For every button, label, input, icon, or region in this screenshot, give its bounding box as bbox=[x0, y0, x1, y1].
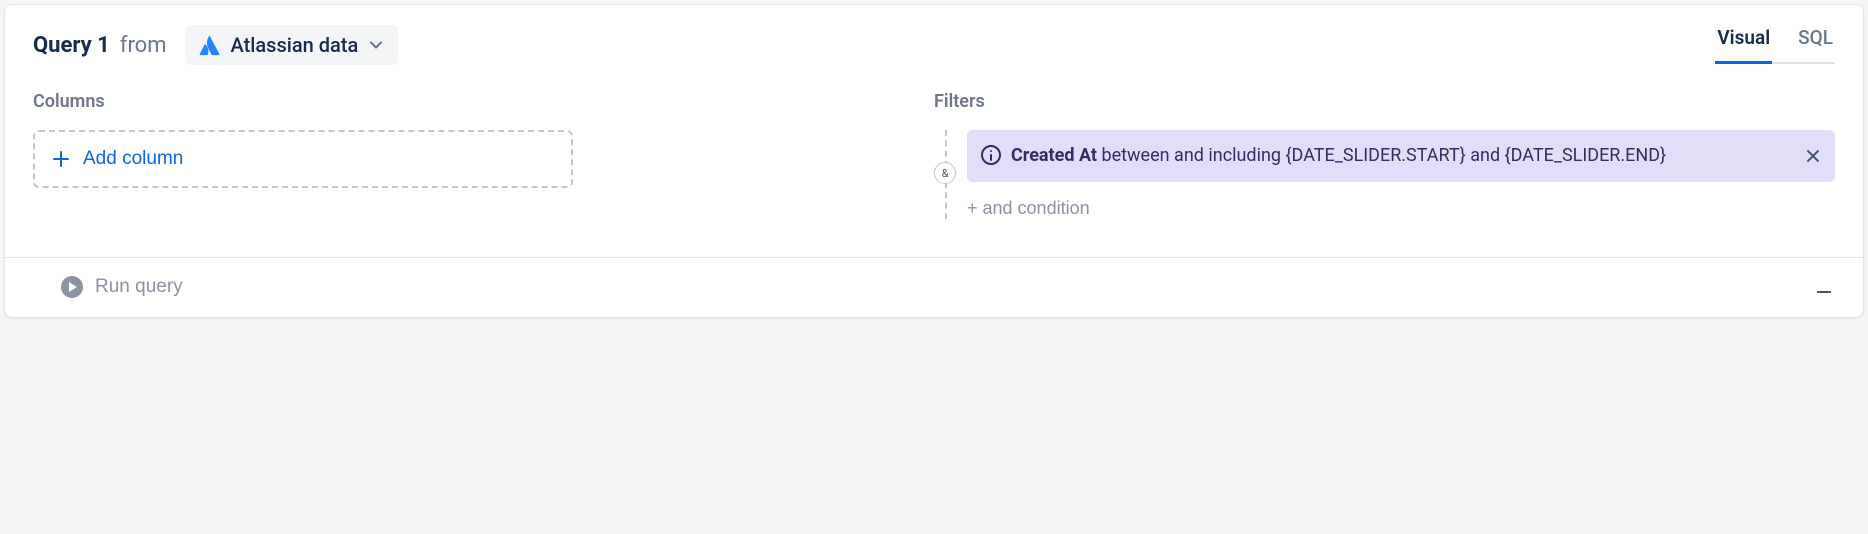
filters-heading: Filters bbox=[934, 91, 1835, 112]
atlassian-icon bbox=[199, 34, 221, 56]
add-condition-button[interactable]: + and condition bbox=[967, 198, 1090, 219]
tab-sql[interactable]: SQL bbox=[1796, 26, 1835, 64]
filter-chips-column: Created At between and including {DATE_S… bbox=[945, 130, 1835, 219]
minimize-button[interactable] bbox=[1813, 274, 1835, 301]
view-tabs: Visual SQL bbox=[1715, 26, 1835, 64]
data-source-name: Atlassian data bbox=[231, 33, 359, 57]
columns-panel: Columns Add column bbox=[33, 91, 934, 219]
run-query-label: Run query bbox=[95, 276, 183, 298]
add-column-label: Add column bbox=[83, 148, 183, 170]
plus-icon bbox=[53, 151, 69, 167]
filter-condition-chip[interactable]: Created At between and including {DATE_S… bbox=[967, 130, 1835, 182]
play-icon bbox=[61, 276, 83, 298]
chevron-down-icon bbox=[368, 37, 384, 53]
filters-content: & Created At between and including {DATE… bbox=[934, 130, 1835, 219]
tab-visual[interactable]: Visual bbox=[1715, 26, 1772, 64]
query-body: Columns Add column Filters & Created At … bbox=[5, 83, 1863, 257]
columns-heading: Columns bbox=[33, 91, 934, 112]
query-header: Query 1 from Atlassian data Visual bbox=[5, 5, 1863, 83]
run-query-button[interactable]: Run query bbox=[61, 276, 183, 298]
query-footer: Run query bbox=[5, 257, 1863, 317]
filter-field-name: Created At bbox=[1011, 145, 1097, 166]
close-icon[interactable] bbox=[1805, 148, 1821, 164]
query-title: Query 1 bbox=[33, 33, 110, 58]
and-operator-badge: & bbox=[934, 162, 956, 184]
filters-panel: Filters & Created At between and includi… bbox=[934, 91, 1835, 219]
filter-operator-text: between and including {DATE_SLIDER.START… bbox=[1097, 145, 1666, 166]
filter-text: Created At between and including {DATE_S… bbox=[1011, 142, 1791, 170]
query-builder-panel: Query 1 from Atlassian data Visual bbox=[4, 4, 1864, 318]
info-icon bbox=[981, 145, 1001, 165]
add-column-button[interactable]: Add column bbox=[33, 130, 573, 188]
minus-icon bbox=[1817, 291, 1831, 293]
query-header-left: Query 1 from Atlassian data bbox=[33, 25, 398, 65]
query-from-label: from bbox=[120, 33, 167, 58]
data-source-selector[interactable]: Atlassian data bbox=[185, 25, 399, 65]
